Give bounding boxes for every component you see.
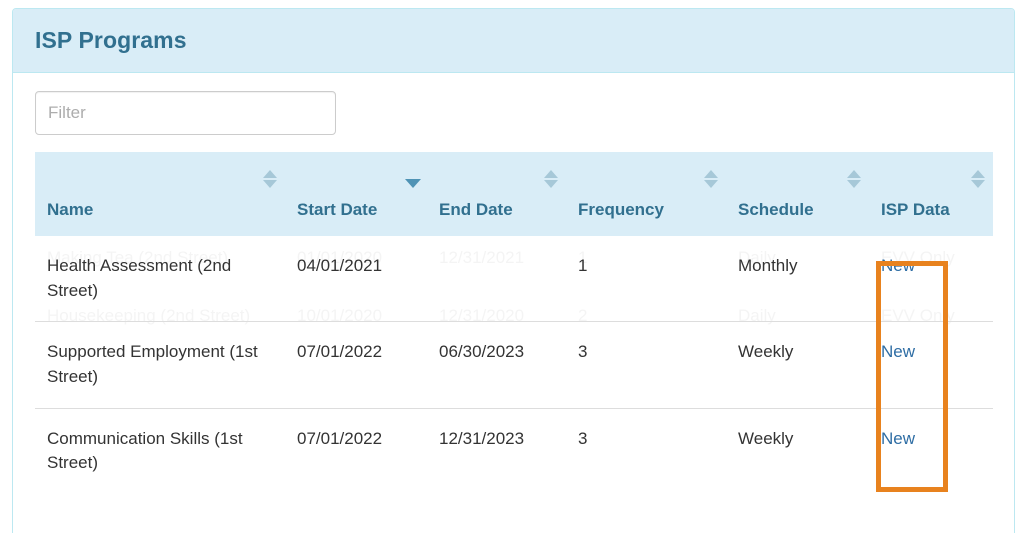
column-header-schedule[interactable]: Schedule: [726, 152, 869, 236]
screenshot-root: ISP Programs Making Tea (2nd Street) 01/…: [0, 0, 1026, 533]
cell-frequency: 3: [566, 408, 726, 494]
column-header-name-label: Name: [35, 199, 285, 220]
column-header-isp-data[interactable]: ISP Data: [869, 152, 993, 236]
cell-start-date: 07/01/2022: [285, 322, 427, 408]
cell-end-date: [427, 236, 566, 322]
cell-schedule: Weekly: [726, 408, 869, 494]
cell-frequency: 1: [566, 236, 726, 322]
panel-header: ISP Programs: [13, 9, 1014, 73]
cell-isp-data: New: [869, 408, 993, 494]
table-row: Supported Employment (1st Street) 07/01/…: [35, 322, 993, 408]
filter-input[interactable]: [35, 91, 336, 135]
cell-isp-data: New: [869, 236, 993, 322]
table-head: Name Start Date: [35, 152, 993, 236]
column-header-name[interactable]: Name: [35, 152, 285, 236]
column-header-start-date-label: Start Date: [285, 199, 427, 220]
sort-descending-icon[interactable]: [405, 172, 419, 190]
cell-start-date: 04/01/2021: [285, 236, 427, 322]
sort-both-icon[interactable]: [263, 170, 277, 188]
isp-data-new-link[interactable]: New: [881, 256, 915, 275]
cell-isp-data: New: [869, 322, 993, 408]
table-row: Health Assessment (2nd Street) 04/01/202…: [35, 236, 993, 322]
sort-both-icon[interactable]: [704, 170, 718, 188]
table-row: Communication Skills (1st Street) 07/01/…: [35, 408, 993, 494]
cell-end-date: 06/30/2023: [427, 322, 566, 408]
cell-schedule: Monthly: [726, 236, 869, 322]
cell-schedule: Weekly: [726, 322, 869, 408]
cell-name: Supported Employment (1st Street): [35, 322, 285, 408]
sort-both-icon[interactable]: [544, 170, 558, 188]
column-header-frequency[interactable]: Frequency: [566, 152, 726, 236]
column-header-end-date[interactable]: End Date: [427, 152, 566, 236]
isp-programs-panel: ISP Programs Making Tea (2nd Street) 01/…: [12, 8, 1015, 533]
isp-programs-table: Name Start Date: [35, 152, 993, 494]
table-header-row: Name Start Date: [35, 152, 993, 236]
cell-end-date: 12/31/2023: [427, 408, 566, 494]
column-header-start-date[interactable]: Start Date: [285, 152, 427, 236]
sort-both-icon[interactable]: [847, 170, 861, 188]
column-header-isp-data-label: ISP Data: [869, 199, 993, 220]
page-title: ISP Programs: [35, 29, 187, 52]
column-header-schedule-label: Schedule: [726, 199, 869, 220]
cell-start-date: 07/01/2022: [285, 408, 427, 494]
sort-both-icon[interactable]: [971, 170, 985, 188]
column-header-end-date-label: End Date: [427, 199, 566, 220]
grid-wrapper: Making Tea (2nd Street) 01/01/2020 12/31…: [35, 152, 992, 494]
panel-body: Making Tea (2nd Street) 01/01/2020 12/31…: [13, 73, 1014, 494]
cell-name: Communication Skills (1st Street): [35, 408, 285, 494]
column-header-frequency-label: Frequency: [566, 199, 726, 220]
table-body: Health Assessment (2nd Street) 04/01/202…: [35, 236, 993, 494]
cell-frequency: 3: [566, 322, 726, 408]
isp-data-new-link[interactable]: New: [881, 342, 915, 361]
cell-name: Health Assessment (2nd Street): [35, 236, 285, 322]
filter-row: [35, 91, 992, 152]
isp-data-new-link[interactable]: New: [881, 429, 915, 448]
